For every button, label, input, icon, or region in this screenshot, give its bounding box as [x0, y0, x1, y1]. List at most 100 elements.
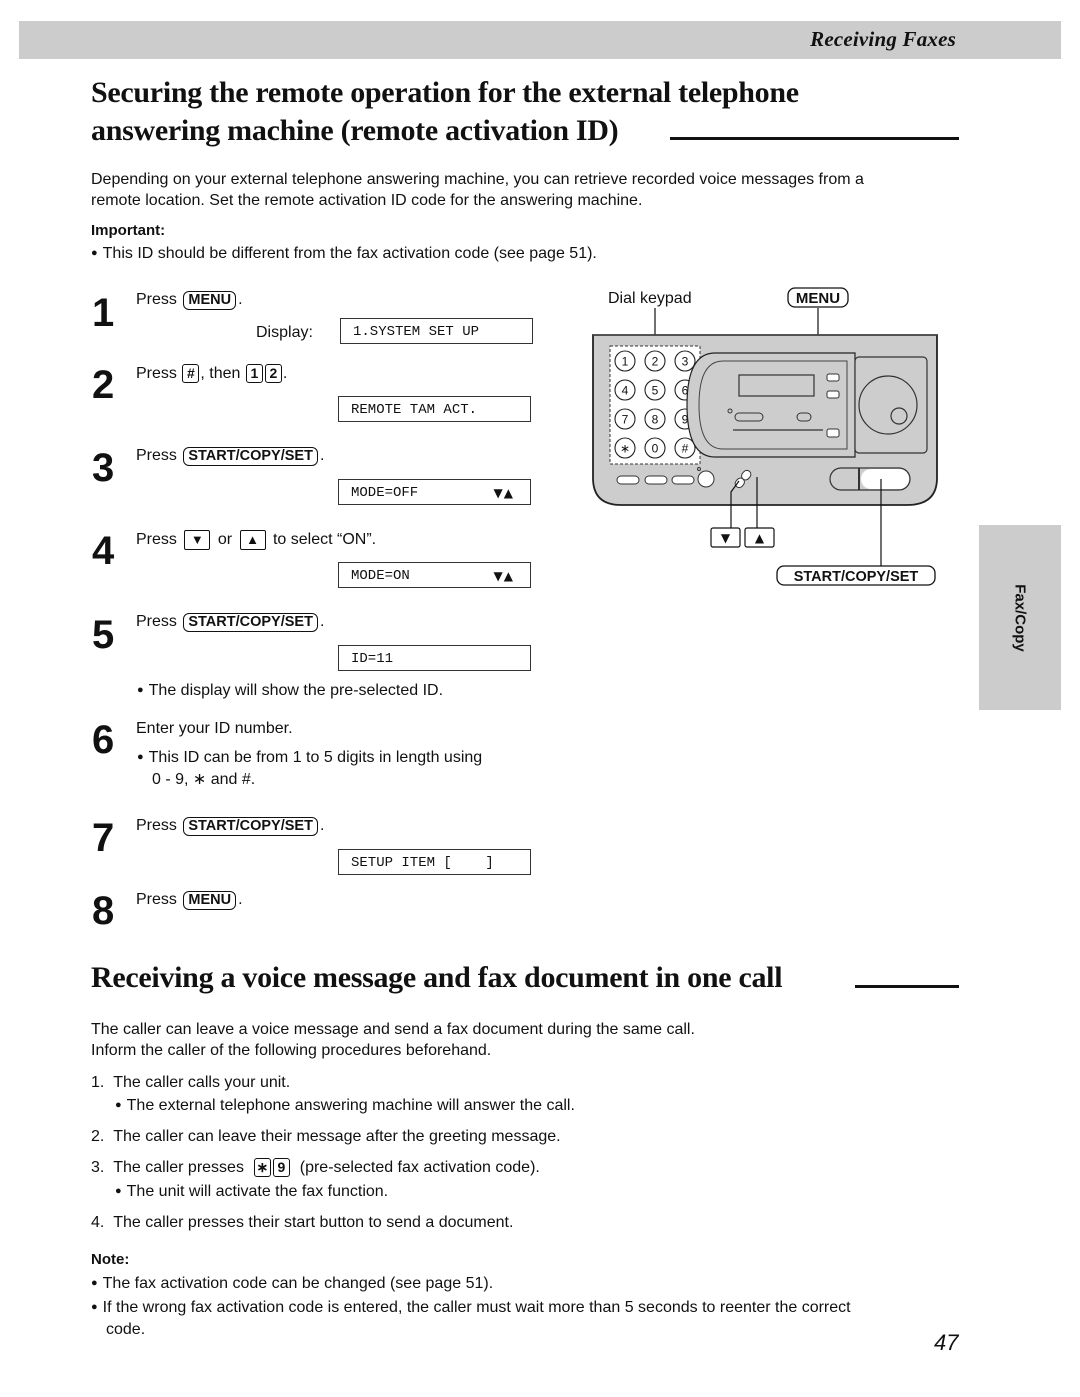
step-number-8: 8: [92, 889, 115, 933]
step-number-7: 7: [92, 816, 115, 860]
down-arrow-key-icon: ▼: [710, 527, 741, 548]
list-item-2: 2. The caller can leave their message af…: [91, 1126, 561, 1147]
list-number: 3.: [91, 1159, 105, 1176]
keypad-key: 2: [644, 350, 666, 372]
page-number: 47: [934, 1330, 959, 1355]
list-number: 4.: [91, 1214, 105, 1231]
heading-rule: [670, 137, 959, 140]
side-tab-fax-copy: Fax/Copy: [979, 525, 1061, 710]
press-text: Press: [136, 365, 177, 382]
list-text: The caller presses their start button to…: [113, 1214, 514, 1231]
svg-text:0: 0: [652, 442, 659, 456]
list-text: The caller presses: [113, 1159, 244, 1176]
lcd-text: ID=11: [351, 651, 394, 667]
step-6-note-line2: 0 - 9, ∗ and #.: [152, 771, 256, 788]
step-5-note: The display will show the pre-selected I…: [137, 681, 443, 702]
lcd-text: 1.SYSTEM SET UP: [353, 324, 480, 340]
side-tab-label: Fax/Copy: [1011, 583, 1029, 652]
list-text: The caller can leave their message after…: [113, 1128, 561, 1145]
menu-key: MENU: [183, 291, 237, 310]
list-text: The caller calls your unit.: [113, 1074, 291, 1091]
list-item-1-note: The external telephone answering machine…: [115, 1095, 575, 1118]
svg-text:▼: ▼: [721, 531, 731, 545]
svg-text:7: 7: [622, 413, 629, 427]
svg-text:4: 4: [622, 384, 629, 398]
period: .: [319, 447, 325, 464]
intro-line-1: Depending on your external telephone ans…: [91, 171, 864, 188]
keypad-key: 0: [644, 437, 666, 459]
svg-text:#: #: [682, 442, 689, 456]
menu-key: MENU: [183, 891, 237, 910]
svg-text:1: 1: [622, 355, 629, 369]
lcd-arrows-icon: ▼▲: [493, 569, 514, 583]
step-8-instruction: Press MENU.: [136, 890, 243, 910]
lcd-arrows-icon: ▼▲: [493, 486, 514, 500]
start-copy-set-key: START/COPY/SET: [183, 817, 318, 836]
list-number: 2.: [91, 1128, 105, 1145]
lcd-display: 1.SYSTEM SET UP: [340, 318, 533, 344]
lcd-text: MODE=OFF: [351, 485, 419, 501]
step-number-1: 1: [92, 291, 115, 335]
start-copy-set-label: START/COPY/SET: [776, 565, 936, 586]
intro-line-2: remote location. Set the remote activati…: [91, 192, 643, 209]
section2-intro-line1: The caller can leave a voice message and…: [91, 1021, 695, 1038]
note-item-2-continuation: code.: [106, 1321, 146, 1338]
lcd-display: MODE=OFF ▼▲: [338, 479, 531, 505]
period: .: [238, 891, 243, 908]
lcd-display: REMOTE TAM ACT.: [338, 396, 531, 422]
menu-label: MENU: [787, 287, 849, 308]
key-1: 1: [245, 364, 263, 383]
lcd-text: SETUP ITEM [ ]: [351, 855, 494, 871]
step-1-instruction: Press MENU.: [136, 290, 243, 310]
keypad-key: 1: [614, 350, 636, 372]
display-label: Display:: [256, 324, 313, 341]
press-text: Press: [136, 531, 177, 548]
keypad-key: 3: [674, 350, 696, 372]
key-2: 2: [264, 364, 282, 383]
svg-text:START/COPY/SET: START/COPY/SET: [794, 569, 919, 585]
step-6-note-line1: This ID can be from 1 to 5 digits in len…: [137, 748, 483, 769]
section2-intro-line2: Inform the caller of the following proce…: [91, 1042, 492, 1059]
then-text: , then: [200, 365, 241, 382]
up-arrow-key-icon: ▲: [239, 530, 266, 550]
note-item-1: The fax activation code can be changed (…: [91, 1273, 493, 1296]
svg-text:▲: ▲: [755, 531, 765, 545]
list-item-4: 4. The caller presses their start button…: [91, 1212, 513, 1233]
keypad-key: ∗: [614, 437, 636, 459]
period: .: [319, 613, 325, 630]
period: .: [238, 291, 243, 308]
heading-remote-activation-line2: answering machine (remote activation ID): [91, 114, 619, 147]
keypad-key: 7: [614, 408, 636, 430]
svg-text:2: 2: [652, 355, 659, 369]
step-number-6: 6: [92, 718, 115, 762]
lcd-text: MODE=ON: [351, 568, 410, 584]
svg-text:8: 8: [652, 413, 659, 427]
press-text: Press: [136, 447, 177, 464]
lcd-display: ID=11: [338, 645, 531, 671]
heading-rule: [855, 985, 959, 988]
press-text: Press: [136, 613, 177, 630]
svg-text:MENU: MENU: [796, 290, 840, 307]
fax-control-panel-diagram: Dial keypad MENU 123456789∗0#: [585, 283, 945, 593]
keypad-key: 5: [644, 379, 666, 401]
step-number-4: 4: [92, 529, 115, 573]
step-number-2: 2: [92, 363, 115, 407]
note-label: Note:: [91, 1251, 130, 1268]
list-item-1: 1. The caller calls your unit.: [91, 1072, 290, 1093]
lcd-display: SETUP ITEM [ ]: [338, 849, 531, 875]
dial-keypad-label: Dial keypad: [608, 290, 692, 307]
list-number: 1.: [91, 1074, 105, 1091]
list-item-3-note: The unit will activate the fax function.: [115, 1181, 388, 1204]
svg-text:5: 5: [652, 384, 659, 398]
step-number-5: 5: [92, 613, 115, 657]
step-4-instruction: Press ▼ or ▲ to select “ON”.: [136, 530, 376, 550]
note-item-2: If the wrong fax activation code is ente…: [91, 1297, 851, 1320]
up-arrow-key-icon: ▲: [744, 527, 775, 548]
step-5-instruction: Press START/COPY/SET.: [136, 612, 324, 632]
important-note: This ID should be different from the fax…: [91, 243, 597, 266]
section-title: Receiving Faxes: [810, 27, 956, 51]
heading-remote-activation-line1: Securing the remote operation for the ex…: [91, 76, 799, 109]
lcd-text: REMOTE TAM ACT.: [351, 402, 478, 418]
select-on-text: to select “ON”.: [272, 531, 377, 548]
keypad-key: 4: [614, 379, 636, 401]
